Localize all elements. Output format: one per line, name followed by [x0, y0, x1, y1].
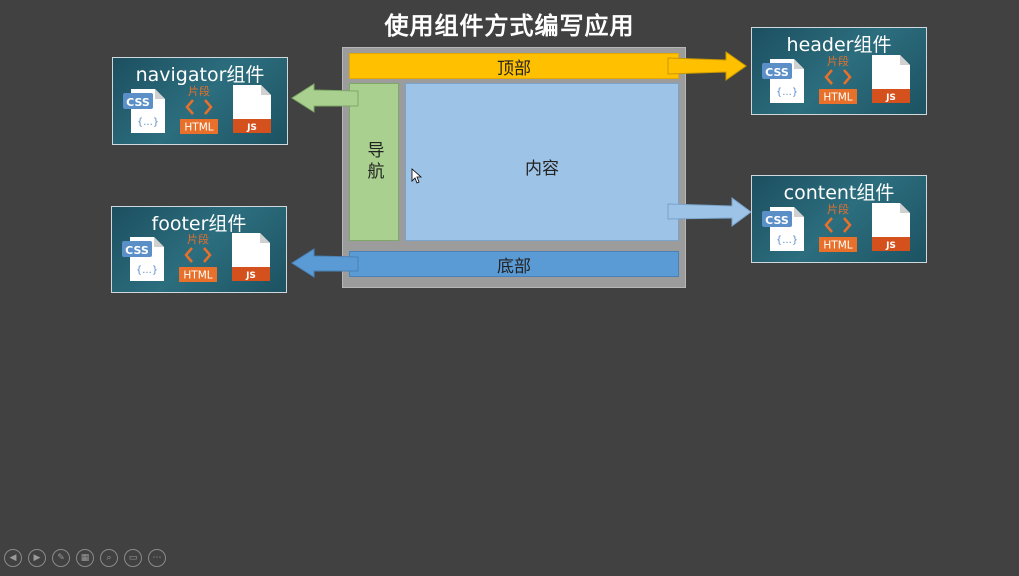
zoom-icon[interactable]: ⌕ [100, 549, 118, 567]
fragment-label: 片段 [827, 202, 849, 216]
html-fragment-icon: 片段 HTML [179, 83, 219, 139]
next-icon[interactable]: ▶ [28, 549, 46, 567]
html-label: HTML [184, 122, 213, 134]
js-file-icon: JS [870, 201, 912, 257]
css-label: CSS [125, 244, 149, 257]
js-file-icon: JS [231, 83, 273, 139]
css-braces: {...} [776, 87, 798, 98]
html-label: HTML [183, 270, 212, 282]
icon-row: CSS {...} 片段 HTML JS [120, 231, 272, 287]
js-file-icon: JS [870, 53, 912, 109]
header-component-card: header组件 CSS {...} 片段 HTML JS [751, 27, 927, 115]
html-fragment-icon: 片段 HTML [818, 201, 858, 257]
more-icon[interactable]: ⋯ [148, 549, 166, 567]
js-label: JS [885, 93, 896, 103]
css-braces: {...} [776, 235, 798, 246]
slideshow-toolbar: ◀ ▶ ✎ ▦ ⌕ ▭ ⋯ [4, 549, 166, 567]
layout-nav: 导航 [349, 83, 399, 241]
icon-row: CSS {...} 片段 HTML JS [121, 83, 273, 139]
mouse-cursor-icon [411, 168, 423, 184]
css-label: CSS [126, 96, 150, 109]
navigator-component-card: navigator组件 CSS {...} 片段 HTML JS [112, 57, 288, 145]
js-file-icon: JS [230, 231, 272, 287]
html-label: HTML [823, 240, 852, 252]
icon-row: CSS {...} 片段 HTML JS [760, 53, 912, 109]
css-label: CSS [765, 214, 789, 227]
css-file-icon: CSS {...} [120, 233, 166, 287]
footer-component-card: footer组件 CSS {...} 片段 HTML JS [111, 206, 287, 293]
js-label: JS [245, 271, 256, 281]
html-label: HTML [823, 92, 852, 104]
css-file-icon: CSS {...} [121, 85, 167, 139]
js-label: JS [246, 123, 257, 133]
layout-footer: 底部 [349, 251, 679, 277]
fragment-label: 片段 [188, 84, 210, 98]
html-fragment-icon: 片段 HTML [178, 231, 218, 287]
css-file-icon: CSS {...} [760, 55, 806, 109]
css-braces: {...} [136, 265, 158, 276]
css-label: CSS [765, 66, 789, 79]
html-fragment-icon: 片段 HTML [818, 53, 858, 109]
layout-header: 顶部 [349, 53, 679, 79]
pen-icon[interactable]: ✎ [52, 549, 70, 567]
fragment-label: 片段 [187, 232, 209, 246]
js-label: JS [885, 241, 896, 251]
css-file-icon: CSS {...} [760, 203, 806, 257]
content-component-card: content组件 CSS {...} 片段 HTML JS [751, 175, 927, 263]
slides-icon[interactable]: ▦ [76, 549, 94, 567]
css-braces: {...} [137, 117, 159, 128]
prev-icon[interactable]: ◀ [4, 549, 22, 567]
layout-content: 内容 [405, 83, 679, 241]
fragment-label: 片段 [827, 54, 849, 68]
subtitle-icon[interactable]: ▭ [124, 549, 142, 567]
icon-row: CSS {...} 片段 HTML JS [760, 201, 912, 257]
